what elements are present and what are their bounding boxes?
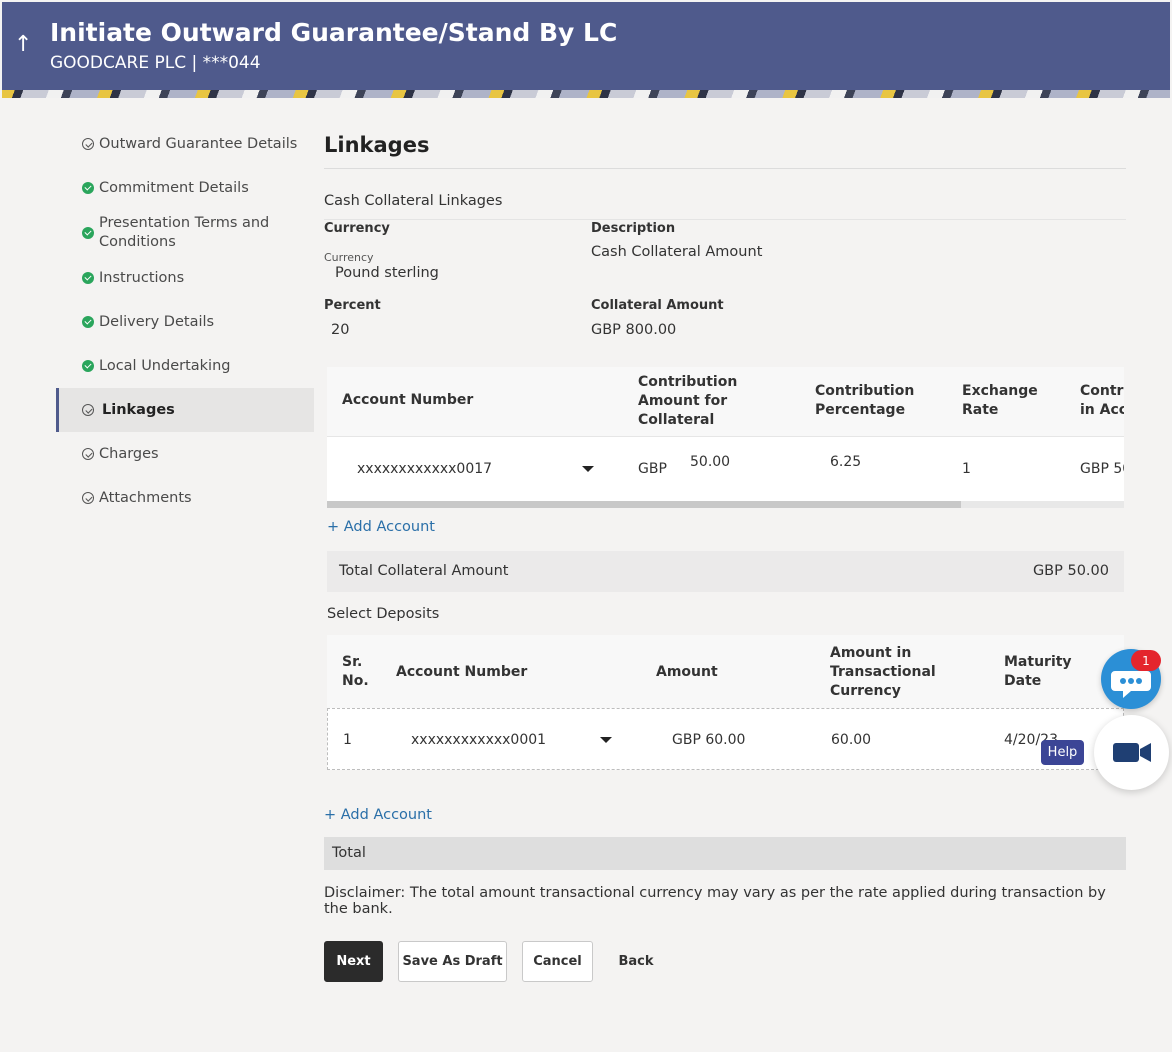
sidebar-item-label: Linkages	[102, 402, 175, 418]
column-header-contribution-percentage: Contribution Percentage	[815, 383, 915, 418]
transactional-amount-value: 60.00	[831, 732, 872, 748]
sidebar-item-label: Local Undertaking	[99, 358, 231, 374]
column-header-contribution-amount: Contribution Amount for Collateral	[638, 374, 738, 428]
column-header-contribution-account: Contri in Acc	[1080, 383, 1124, 418]
video-call-button[interactable]	[1094, 715, 1169, 790]
next-button[interactable]: Next	[324, 941, 383, 982]
sidebar-item-label: Attachments	[99, 490, 192, 506]
percent-value: 20	[331, 322, 350, 338]
column-header-account-number: Account Number	[342, 392, 474, 408]
sidebar-item-outward-guarantee-details[interactable]: Outward Guarantee Details	[56, 122, 314, 166]
sidebar-item-label: Outward Guarantee Details	[99, 136, 298, 152]
contribution-in-account-value: GBP 50	[1080, 461, 1124, 477]
disclaimer-text: Disclaimer: The total amount transaction…	[324, 885, 1106, 917]
notification-badge: 1	[1131, 650, 1161, 671]
currency-value: Pound sterling	[335, 265, 439, 281]
sidebar-item-linkages[interactable]: Linkages	[56, 388, 314, 432]
save-as-draft-button[interactable]: Save As Draft	[398, 941, 507, 982]
sidebar-item-attachments[interactable]: Attachments	[56, 476, 314, 520]
currency-field-label: Currency	[324, 251, 374, 264]
total-label: Total	[332, 845, 366, 861]
collateral-amount-value: GBP 800.00	[591, 322, 677, 338]
check-filled-icon	[82, 316, 94, 328]
sidebar-item-commitment-details[interactable]: Commitment Details	[56, 166, 314, 210]
contribution-percentage-value: 6.25	[830, 454, 862, 470]
step-navigation: Outward Guarantee Details Commitment Det…	[56, 122, 314, 520]
column-header-exchange-rate: Exchange Rate	[962, 383, 1038, 418]
sidebar-item-label: Commitment Details	[99, 180, 249, 196]
cash-collateral-heading: Cash Collateral Linkages	[324, 193, 503, 209]
sidebar-item-label: Charges	[99, 446, 159, 462]
collateral-amount-label: Collateral Amount	[591, 298, 724, 313]
check-filled-icon	[82, 272, 94, 284]
sr-no-value: 1	[343, 732, 352, 748]
check-circle-icon	[82, 448, 94, 460]
chevron-down-icon[interactable]	[600, 737, 612, 743]
total-row: Total	[324, 837, 1126, 870]
sidebar-item-delivery-details[interactable]: Delivery Details	[56, 300, 314, 344]
column-header-amount-transactional: Amount in Transactional Currency	[830, 645, 936, 699]
horizontal-scrollbar-track[interactable]	[327, 501, 1124, 508]
video-camera-icon	[1113, 743, 1151, 762]
sidebar-item-label: Delivery Details	[99, 314, 215, 330]
description-label: Description	[591, 221, 676, 236]
sidebar-item-instructions[interactable]: Instructions	[56, 256, 314, 300]
exchange-rate-value: 1	[962, 461, 971, 477]
column-header-account-number: Account Number	[396, 664, 528, 680]
sidebar-item-charges[interactable]: Charges	[56, 432, 314, 476]
check-circle-icon	[82, 138, 94, 150]
check-filled-icon	[82, 360, 94, 372]
sidebar-item-label: Presentation Terms and Conditions	[99, 215, 270, 250]
account-number-select[interactable]: xxxxxxxxxxxx0017	[357, 461, 492, 477]
page-title: Initiate Outward Guarantee/Stand By LC	[50, 18, 618, 47]
account-contribution-table: Account Number Contribution Amount for C…	[327, 367, 1124, 508]
chevron-down-icon[interactable]	[582, 466, 594, 472]
sidebar-item-local-undertaking[interactable]: Local Undertaking	[56, 344, 314, 388]
contribution-currency: GBP	[638, 461, 667, 477]
check-filled-icon	[82, 227, 94, 239]
total-collateral-value: GBP 50.00	[1032, 563, 1109, 579]
check-circle-icon	[82, 492, 94, 504]
contribution-amount-input[interactable]: 50.00	[690, 454, 730, 470]
column-header-maturity-date: Maturity Date	[1004, 654, 1072, 689]
column-header-sr-no: Sr. No.	[342, 654, 369, 689]
add-account-link[interactable]: + Add Account	[324, 807, 432, 823]
up-arrow-icon[interactable]: ↑	[14, 32, 32, 57]
column-header-amount: Amount	[656, 664, 718, 680]
deposit-amount-value: GBP 60.00	[672, 732, 746, 748]
total-collateral-label: Total Collateral Amount	[339, 563, 509, 579]
total-collateral-row: Total Collateral Amount GBP 50.00	[327, 551, 1124, 592]
deposit-account-select[interactable]: xxxxxxxxxxxx0001	[411, 732, 546, 748]
divider	[324, 219, 1126, 220]
back-button[interactable]: Back	[608, 941, 664, 982]
check-circle-icon	[82, 404, 94, 416]
sidebar-item-presentation-terms[interactable]: Presentation Terms and Conditions	[56, 210, 314, 256]
help-button[interactable]: Help	[1041, 740, 1084, 765]
header-decoration	[2, 90, 1170, 98]
horizontal-scrollbar-thumb[interactable]	[327, 501, 961, 508]
description-value: Cash Collateral Amount	[591, 244, 763, 260]
deposits-table: Sr. No. Account Number Amount Amount in …	[327, 635, 1124, 770]
page-header: ↑ Initiate Outward Guarantee/Stand By LC…	[2, 2, 1170, 98]
table-row: 1 xxxxxxxxxxxx0001 GBP 60.00 60.00 4/20/…	[327, 708, 1124, 770]
select-deposits-label: Select Deposits	[327, 606, 440, 622]
add-account-link[interactable]: + Add Account	[327, 519, 435, 535]
percent-label: Percent	[324, 298, 381, 313]
sidebar-item-label: Instructions	[99, 270, 185, 286]
cancel-button[interactable]: Cancel	[522, 941, 593, 982]
section-title: Linkages	[324, 133, 430, 157]
party-subtitle: GOODCARE PLC | ***044	[50, 53, 261, 73]
check-filled-icon	[82, 182, 94, 194]
currency-label: Currency	[324, 221, 390, 236]
divider	[324, 168, 1126, 169]
